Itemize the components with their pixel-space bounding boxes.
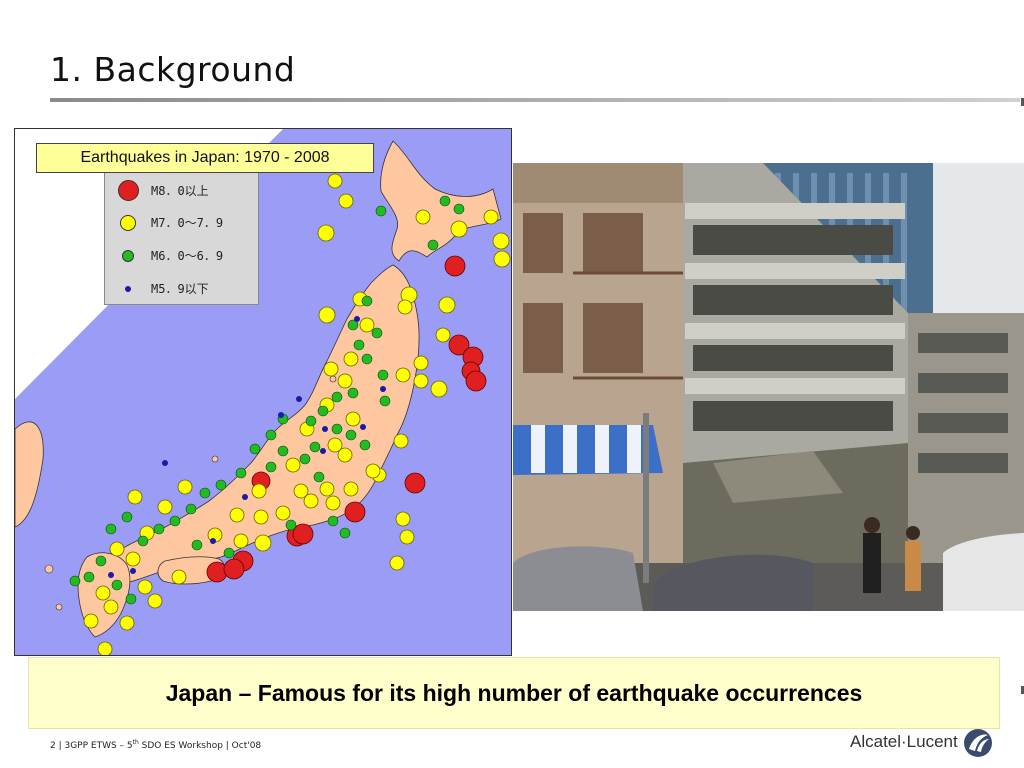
legend-item-m6: M6．0〜6．9	[105, 243, 260, 269]
map-legend: M8．0以上 M7．0〜7．9 M6．0〜6．9 M5．9以下	[104, 172, 259, 305]
legend-marker	[125, 286, 131, 292]
legend-item-m8: M8．0以上	[105, 178, 260, 204]
legend-label: M5．9以下	[151, 282, 209, 296]
map-graphic	[15, 129, 511, 655]
key-message-banner: Japan – Famous for its high number of ea…	[28, 657, 1000, 729]
footer-info: 2 | 3GPP ETWS – 5th SDO ES Workshop | Oc…	[50, 739, 261, 751]
alcatel-lucent-logo-icon	[964, 729, 992, 757]
legend-marker	[120, 215, 136, 231]
legend-marker	[122, 250, 134, 262]
earthquake-damage-photo	[513, 163, 1024, 611]
legend-label: M8．0以上	[151, 184, 209, 198]
slide-title: 1. Background	[50, 50, 296, 89]
legend-marker	[118, 180, 139, 201]
banner-text: Japan – Famous for its high number of ea…	[165, 680, 863, 706]
title-divider	[50, 98, 1020, 102]
legend-item-m7: M7．0〜7．9	[105, 210, 260, 236]
legend-item-m5: M5．9以下	[105, 276, 260, 302]
footer-prefix: 2 | 3GPP ETWS – 5	[50, 741, 133, 751]
footer-suffix: SDO ES Workshop | Oct'08	[138, 741, 262, 751]
legend-label: M7．0〜7．9	[151, 216, 224, 230]
legend-label: M6．0〜6．9	[151, 249, 224, 263]
brand-name: Alcatel·Lucent	[850, 732, 958, 751]
map-caption: Earthquakes in Japan: 1970 - 2008	[36, 143, 374, 173]
earthquake-map	[14, 128, 512, 656]
